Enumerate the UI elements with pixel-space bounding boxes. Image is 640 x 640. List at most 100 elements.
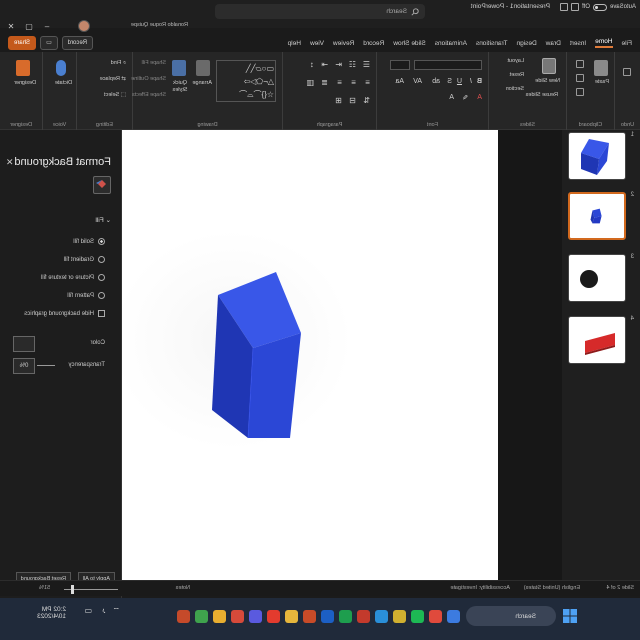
- app-icon[interactable]: [375, 610, 388, 623]
- align-text-icon[interactable]: ⊟: [349, 96, 356, 105]
- pattern-fill-option[interactable]: Pattern fill: [67, 292, 105, 299]
- slide-thumbnail[interactable]: 1: [564, 132, 634, 180]
- char-spacing-icon[interactable]: AV: [413, 78, 422, 85]
- language-indicator[interactable]: English (United States): [524, 585, 580, 591]
- close-icon[interactable]: ✕: [6, 22, 16, 32]
- bullets-icon[interactable]: ☰: [363, 60, 370, 69]
- autosave-toggle[interactable]: AutoSave Off: [560, 0, 636, 14]
- shape-effects-button[interactable]: Shape Effects: [132, 92, 166, 98]
- windows-start-icon[interactable]: [562, 608, 578, 624]
- slide-preview[interactable]: [568, 316, 626, 364]
- paste-button[interactable]: Paste: [595, 79, 609, 85]
- close-pane-icon[interactable]: ✕: [6, 157, 14, 168]
- opera-icon[interactable]: [267, 610, 280, 623]
- shapes-gallery[interactable]: ▭○▱╲╲ △⌐⬠▷⇨ ☆{}⌒⌓⌒: [216, 60, 276, 102]
- select-button[interactable]: ⬚ Select: [104, 92, 126, 98]
- quick-styles-icon[interactable]: [172, 60, 186, 76]
- transparency-slider[interactable]: [37, 365, 55, 366]
- app-icon[interactable]: [249, 610, 262, 623]
- app-icon[interactable]: [195, 610, 208, 623]
- zoom-level[interactable]: 51%: [39, 585, 50, 591]
- dictate-button[interactable]: Dictate: [55, 80, 72, 86]
- search-input[interactable]: Search: [215, 4, 425, 19]
- increase-indent-icon[interactable]: ⇥: [321, 60, 328, 69]
- slide-preview[interactable]: [568, 132, 626, 180]
- color-picker-button[interactable]: [13, 336, 35, 352]
- fill-section-header[interactable]: ⌄ Fill: [95, 216, 111, 224]
- battery-icon[interactable]: ▭: [84, 606, 92, 615]
- accessibility-status[interactable]: Accessibility: Investigate: [450, 585, 510, 591]
- chrome-icon[interactable]: [213, 610, 226, 623]
- shape-outline-button[interactable]: Shape Outline: [131, 76, 166, 82]
- clear-format-icon[interactable]: A: [449, 94, 454, 101]
- numbering-icon[interactable]: ☷: [349, 60, 356, 69]
- app-icon[interactable]: [177, 610, 190, 623]
- autosave-switch[interactable]: [592, 3, 607, 11]
- app-icon[interactable]: [231, 610, 244, 623]
- font-color-icon[interactable]: A: [477, 94, 482, 101]
- strikethrough-icon[interactable]: ab: [432, 78, 440, 85]
- radio[interactable]: [98, 292, 105, 299]
- section-button[interactable]: Section: [506, 86, 524, 92]
- tab-record[interactable]: Record: [363, 40, 384, 47]
- align-right-icon[interactable]: ≡: [337, 78, 342, 87]
- microphone-icon[interactable]: [56, 60, 66, 76]
- volume-icon[interactable]: ♪: [102, 606, 106, 615]
- radio[interactable]: [98, 274, 105, 281]
- font-name-field[interactable]: [414, 60, 482, 70]
- tab-transitions[interactable]: Transitions: [476, 40, 508, 47]
- tab-animations[interactable]: Animations: [435, 40, 467, 47]
- cut-icon[interactable]: [576, 60, 584, 68]
- excel-icon[interactable]: [339, 610, 352, 623]
- network-icon[interactable]: ⌔: [112, 606, 120, 616]
- clock[interactable]: 2:02 PM 10/4/2023: [37, 606, 66, 620]
- hide-background-option[interactable]: Hide background graphics: [24, 310, 105, 317]
- align-left-icon[interactable]: ≡: [365, 78, 370, 87]
- checkbox[interactable]: [98, 310, 105, 317]
- notes-button[interactable]: Notes: [176, 585, 190, 591]
- folder-icon[interactable]: [285, 610, 298, 623]
- bold-icon[interactable]: B: [477, 78, 482, 85]
- reuse-slides-button[interactable]: Reuse Slides: [526, 92, 558, 98]
- taskbar-search[interactable]: Search: [466, 606, 556, 626]
- tab-design[interactable]: Design: [517, 40, 537, 47]
- app-icon[interactable]: [429, 610, 442, 623]
- paste-icon[interactable]: [594, 60, 608, 76]
- app-icon[interactable]: [393, 610, 406, 623]
- powerpoint-icon[interactable]: [303, 610, 316, 623]
- change-case-icon[interactable]: Aa: [395, 78, 404, 85]
- fill-bucket-icon[interactable]: [93, 176, 111, 194]
- slide-thumbnail[interactable]: 2: [564, 192, 634, 240]
- align-center-icon[interactable]: ≡: [351, 78, 356, 87]
- undo-icon[interactable]: [623, 68, 631, 76]
- tab-home[interactable]: Home: [595, 38, 613, 48]
- find-button[interactable]: ⌕ Find: [111, 60, 126, 67]
- record-button[interactable]: Record: [61, 36, 94, 50]
- underline-icon[interactable]: U: [457, 78, 462, 85]
- tab-file[interactable]: File: [622, 40, 632, 47]
- file-explorer-icon[interactable]: [447, 610, 460, 623]
- spotify-icon[interactable]: [411, 610, 424, 623]
- picture-fill-option[interactable]: Picture or texture fill: [41, 274, 105, 281]
- line-spacing-icon[interactable]: ↕: [310, 60, 314, 69]
- zoom-slider-thumb[interactable]: [71, 585, 74, 594]
- shape-fill-button[interactable]: Shape Fill: [142, 60, 166, 66]
- radio-selected[interactable]: [98, 238, 105, 245]
- designer-icon[interactable]: [16, 60, 30, 76]
- smartart-icon[interactable]: ⊞: [335, 96, 342, 105]
- tab-view[interactable]: View: [310, 40, 324, 47]
- replace-button[interactable]: ⇄ Replace: [100, 76, 126, 82]
- italic-icon[interactable]: I: [470, 78, 472, 85]
- tab-help[interactable]: Help: [288, 40, 301, 47]
- slide-thumbnail[interactable]: 4: [564, 316, 634, 364]
- shadow-icon[interactable]: S: [447, 78, 452, 85]
- tab-slide-show[interactable]: Slide Show: [393, 40, 426, 47]
- tab-insert[interactable]: Insert: [570, 40, 586, 47]
- app-icon[interactable]: [357, 610, 370, 623]
- highlight-icon[interactable]: ✎: [462, 94, 468, 102]
- undo-icon[interactable]: [560, 3, 569, 11]
- new-slide-icon[interactable]: [542, 58, 556, 74]
- gradient-fill-option[interactable]: Gradient fill: [64, 256, 105, 263]
- radio[interactable]: [98, 256, 105, 263]
- new-slide-button[interactable]: New Slide: [535, 78, 560, 84]
